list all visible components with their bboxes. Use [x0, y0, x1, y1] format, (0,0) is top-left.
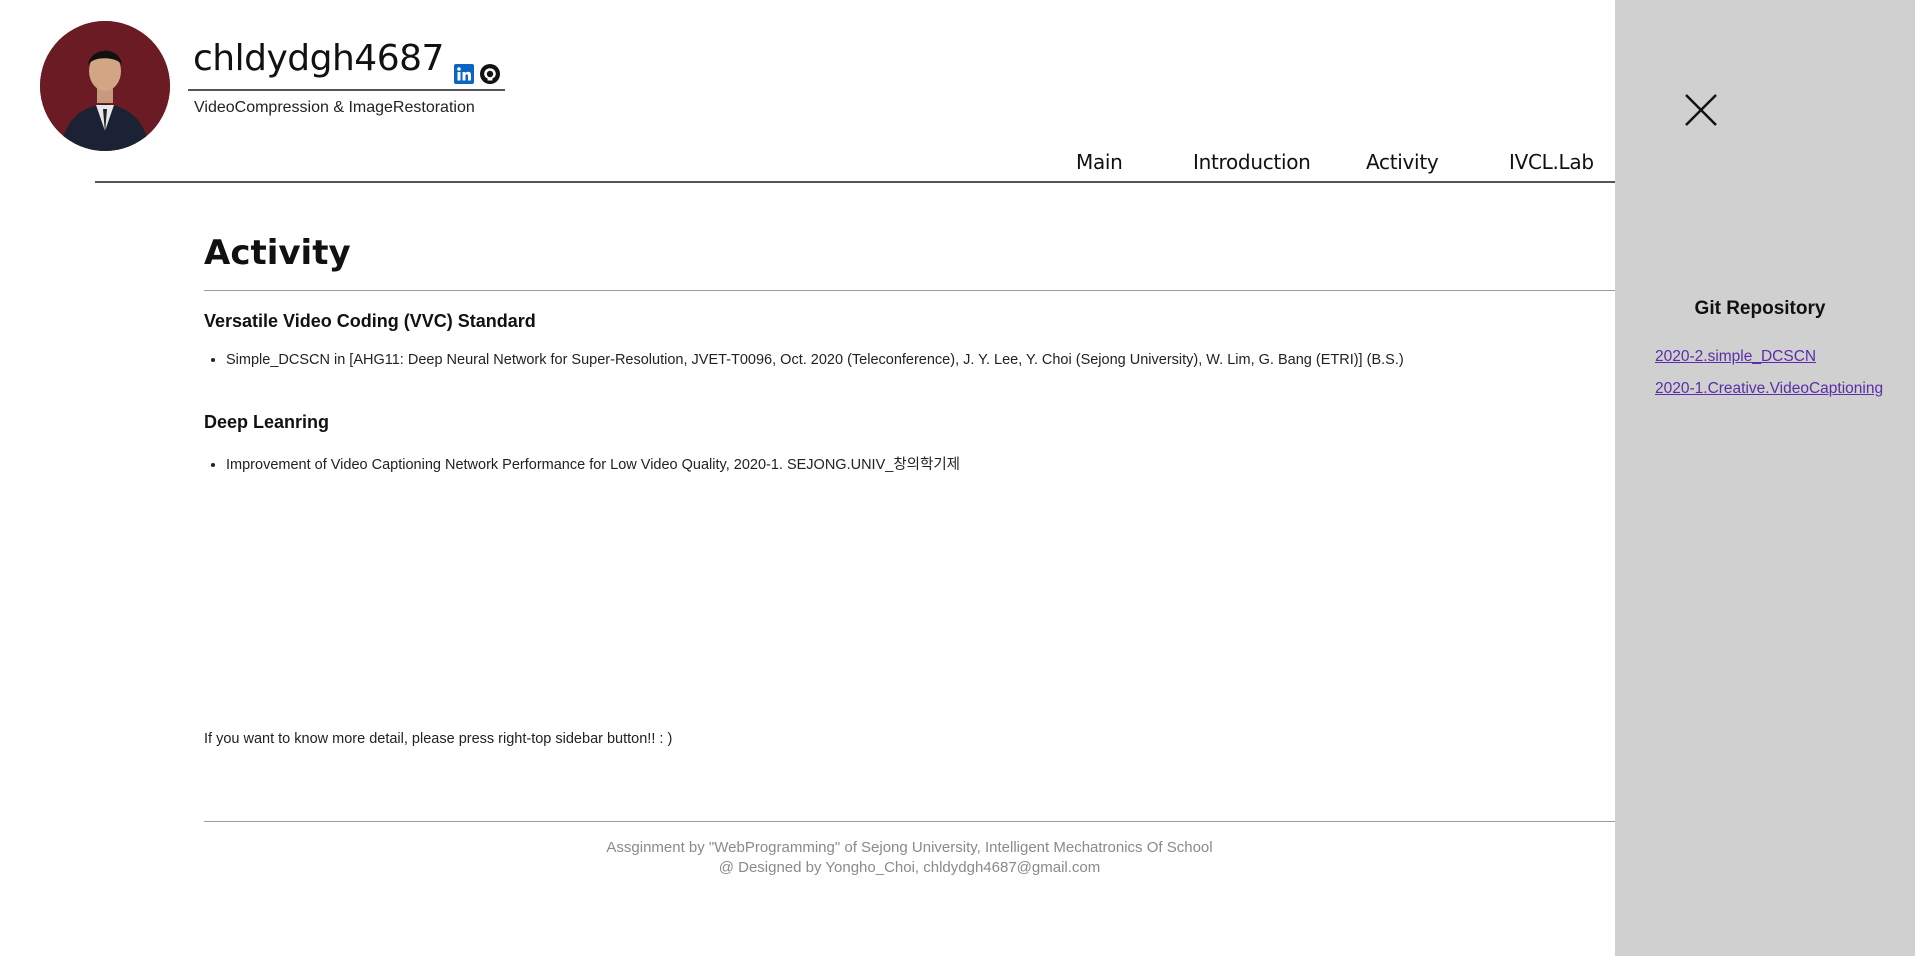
main-nav: Main Introduction Activity IVCL.Lab — [0, 150, 1615, 180]
sidebar-panel: Git Repository 2020-2.simple_DCSCN 2020-… — [1615, 0, 1915, 956]
title-divider — [204, 290, 1615, 291]
title-underline — [188, 89, 505, 91]
nav-introduction[interactable]: Introduction — [1193, 150, 1311, 174]
nav-activity[interactable]: Activity — [1366, 150, 1439, 174]
section-heading: Deep Leanring — [204, 412, 330, 432]
repo-link-video-captioning[interactable]: 2020-1.Creative.VideoCaptioning — [1655, 380, 1883, 398]
site-subtitle: VideoCompression & ImageRestoration — [194, 99, 475, 116]
profile-avatar — [40, 21, 170, 151]
sidebar-heading: Git Repository — [1694, 298, 1826, 319]
footer-line-2: @ Designed by Yongho_Choi, chldydgh4687@… — [718, 859, 1101, 876]
activity-list: Simple_DCSCN in [AHG11: Deep Neural Netw… — [204, 352, 1604, 368]
list-item: Simple_DCSCN in [AHG11: Deep Neural Netw… — [226, 352, 1604, 368]
profile-photo — [40, 21, 170, 151]
footer-divider — [204, 821, 1615, 822]
close-icon[interactable] — [1683, 92, 1719, 128]
page-title: Activity — [204, 233, 351, 273]
nav-main[interactable]: Main — [1076, 150, 1123, 174]
sidebar-hint-text: If you want to know more detail, please … — [204, 731, 673, 747]
footer: Assginment by "WebProgramming" of Sejong… — [204, 838, 1615, 878]
github-icon[interactable] — [480, 64, 500, 84]
social-links — [454, 64, 500, 84]
section-heading: Versatile Video Coding (VVC) Standard — [204, 311, 536, 331]
activity-list: Improvement of Video Captioning Network … — [204, 453, 1604, 474]
activity-section-vvc: Versatile Video Coding (VVC) Standard Si… — [204, 311, 1604, 368]
list-item: Improvement of Video Captioning Network … — [226, 453, 1604, 474]
nav-ivcl-lab[interactable]: IVCL.Lab — [1509, 150, 1594, 174]
repo-link-simple-dcscn[interactable]: 2020-2.simple_DCSCN — [1655, 348, 1816, 366]
activity-section-deep-learning: Deep Leanring Improvement of Video Capti… — [204, 412, 1604, 474]
nav-divider — [95, 181, 1615, 183]
footer-line-1: Assginment by "WebProgramming" of Sejong… — [606, 839, 1213, 856]
site-title: chldydgh4687 — [193, 38, 444, 79]
linkedin-icon[interactable] — [454, 64, 474, 84]
